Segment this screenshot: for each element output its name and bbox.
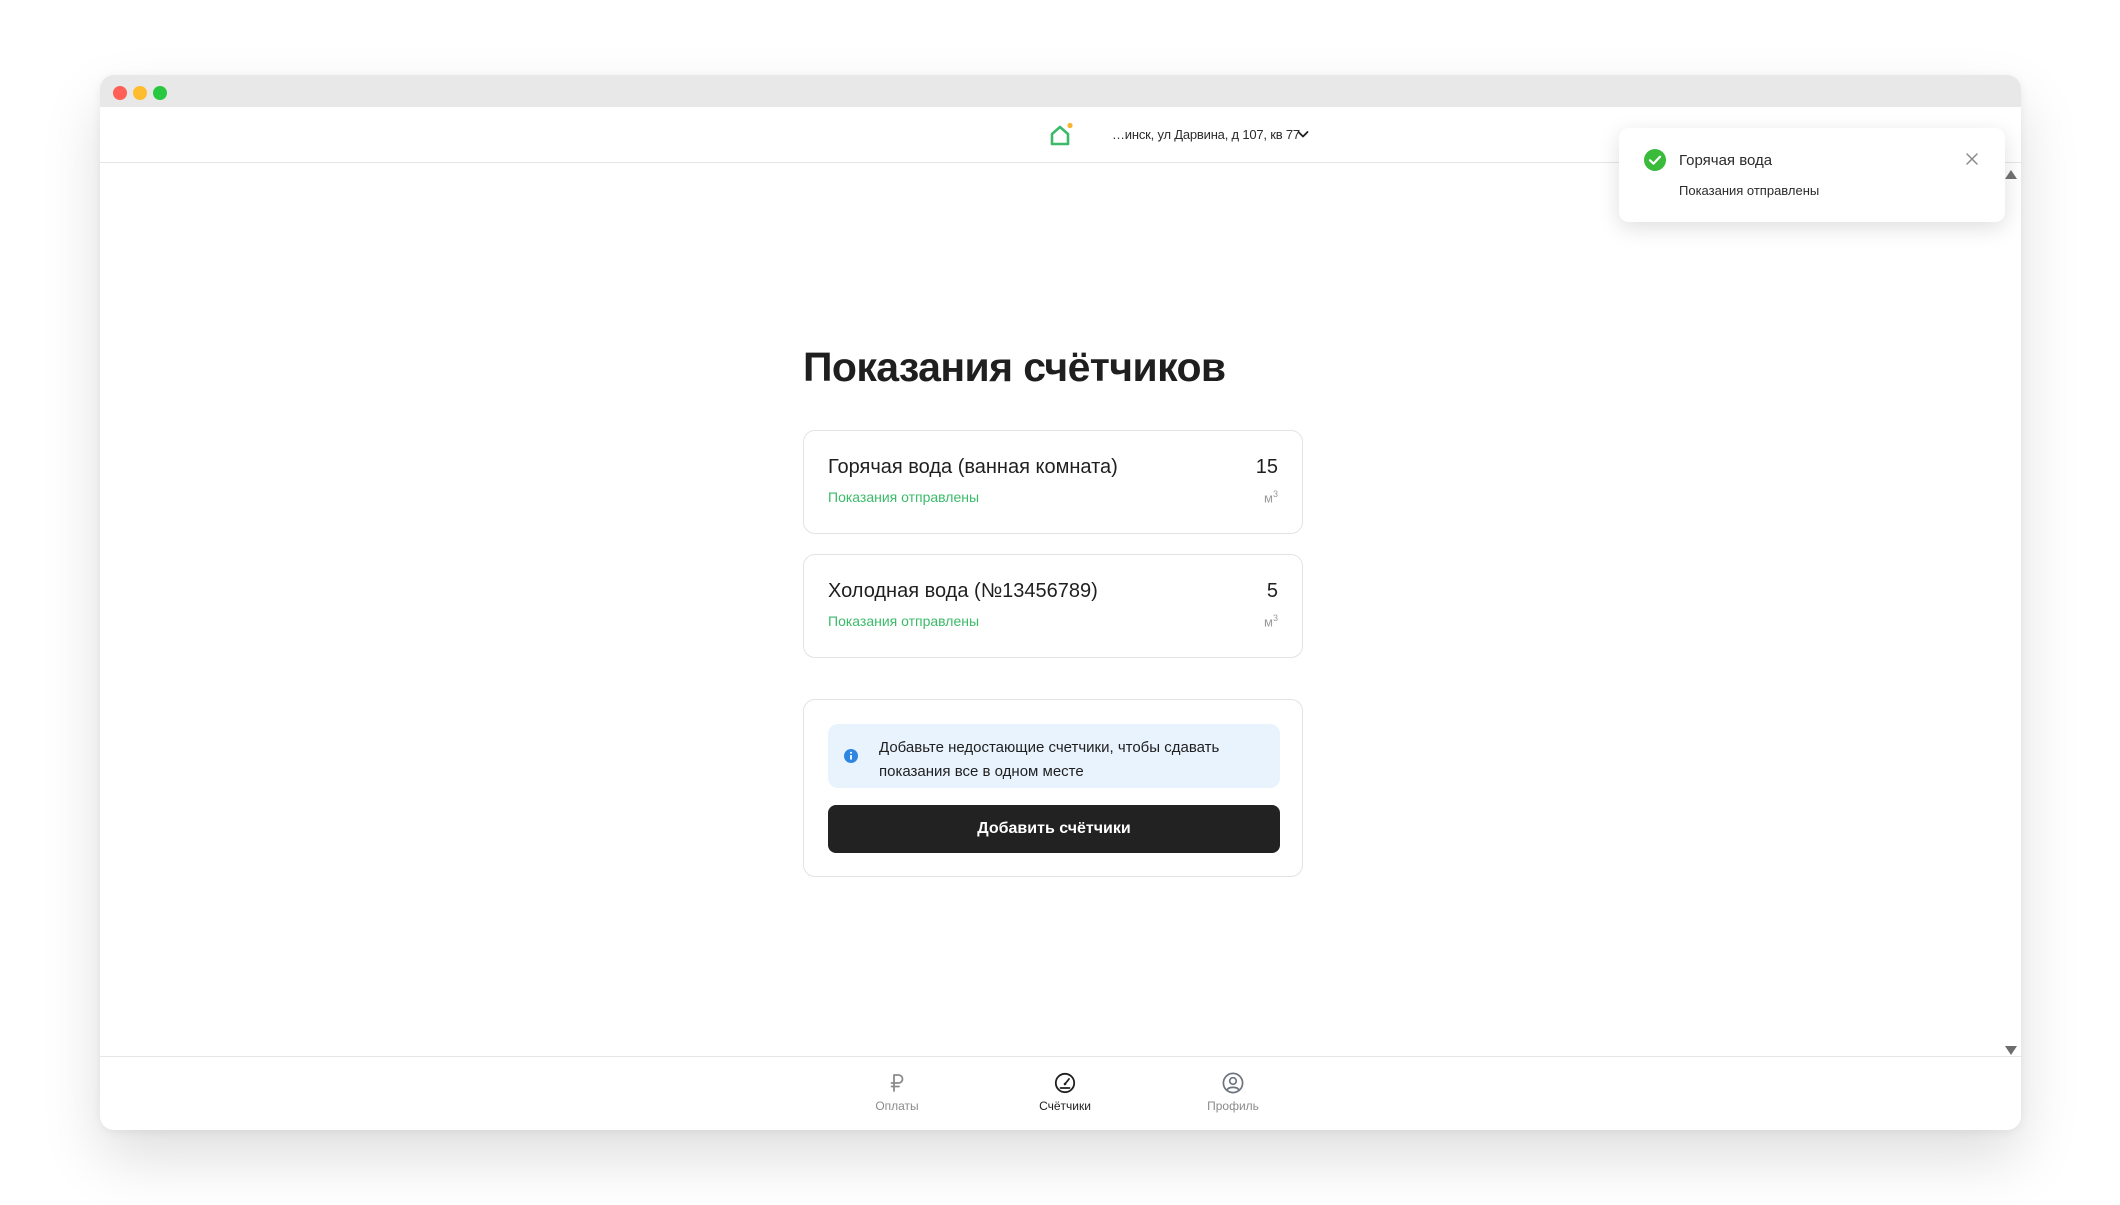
browser-window: …инск, ул Дарвина, д 107, кв 77 Показани…: [100, 75, 2021, 1130]
main-content: Показания счётчиков Горячая вода (ванная…: [100, 164, 2021, 1056]
close-window-button[interactable]: [113, 86, 127, 100]
maximize-window-button[interactable]: [153, 86, 167, 100]
window-titlebar: [100, 75, 2021, 107]
page-title: Показания счётчиков: [803, 344, 1226, 390]
meter-name: Холодная вода (№13456789): [828, 580, 1098, 602]
info-icon: [844, 749, 858, 763]
meter-unit: м3: [1264, 613, 1278, 630]
meter-card-hot-water[interactable]: Горячая вода (ванная комната) Показания …: [803, 430, 1303, 534]
meter-unit: м3: [1264, 489, 1278, 506]
ruble-icon: [890, 1074, 904, 1092]
toast-title: Горячая вода: [1679, 152, 1773, 169]
chevron-down-icon[interactable]: [1295, 126, 1311, 142]
minimize-window-button[interactable]: [133, 86, 147, 100]
add-meters-button[interactable]: Добавить счётчики: [828, 805, 1280, 853]
profile-icon: [1222, 1072, 1244, 1094]
close-icon[interactable]: [1963, 150, 1981, 168]
add-meters-card: Добавьте недостающие счетчики, чтобы сда…: [803, 699, 1303, 877]
toast-message: Показания отправлены: [1679, 183, 1820, 198]
meter-status: Показания отправлены: [828, 613, 980, 629]
nav-item-payments[interactable]: Оплаты: [847, 1071, 947, 1123]
meter-value: 15: [1255, 456, 1278, 478]
meter-status: Показания отправлены: [828, 489, 980, 505]
meter-value: 5: [1266, 580, 1278, 602]
info-text: Добавьте недостающие счетчики, чтобы сда…: [879, 739, 1220, 780]
check-circle-icon: [1644, 149, 1666, 171]
meter-card-cold-water[interactable]: Холодная вода (№13456789) Показания отпр…: [803, 554, 1303, 658]
nav-label: Профиль: [1207, 1099, 1259, 1113]
scroll-down-arrow[interactable]: [2005, 1046, 2017, 1055]
nav-label: Счётчики: [1039, 1099, 1091, 1113]
nav-item-meters[interactable]: Счётчики: [1015, 1071, 1115, 1123]
success-toast: Горячая вода Показания отправлены: [1619, 128, 2005, 222]
address-selector[interactable]: …инск, ул Дарвина, д 107, кв 77: [1112, 127, 1300, 142]
home-logo-icon[interactable]: [1047, 121, 1075, 149]
bottom-navigation: Оплаты Счётчики Профиль: [100, 1056, 2021, 1130]
info-banner: Добавьте недостающие счетчики, чтобы сда…: [828, 724, 1280, 788]
meter-gauge-icon: [1054, 1072, 1076, 1094]
meter-name: Горячая вода (ванная комната): [828, 456, 1118, 478]
nav-item-profile[interactable]: Профиль: [1183, 1071, 1283, 1123]
scroll-up-arrow[interactable]: [2005, 170, 2017, 179]
nav-label: Оплаты: [875, 1099, 919, 1113]
